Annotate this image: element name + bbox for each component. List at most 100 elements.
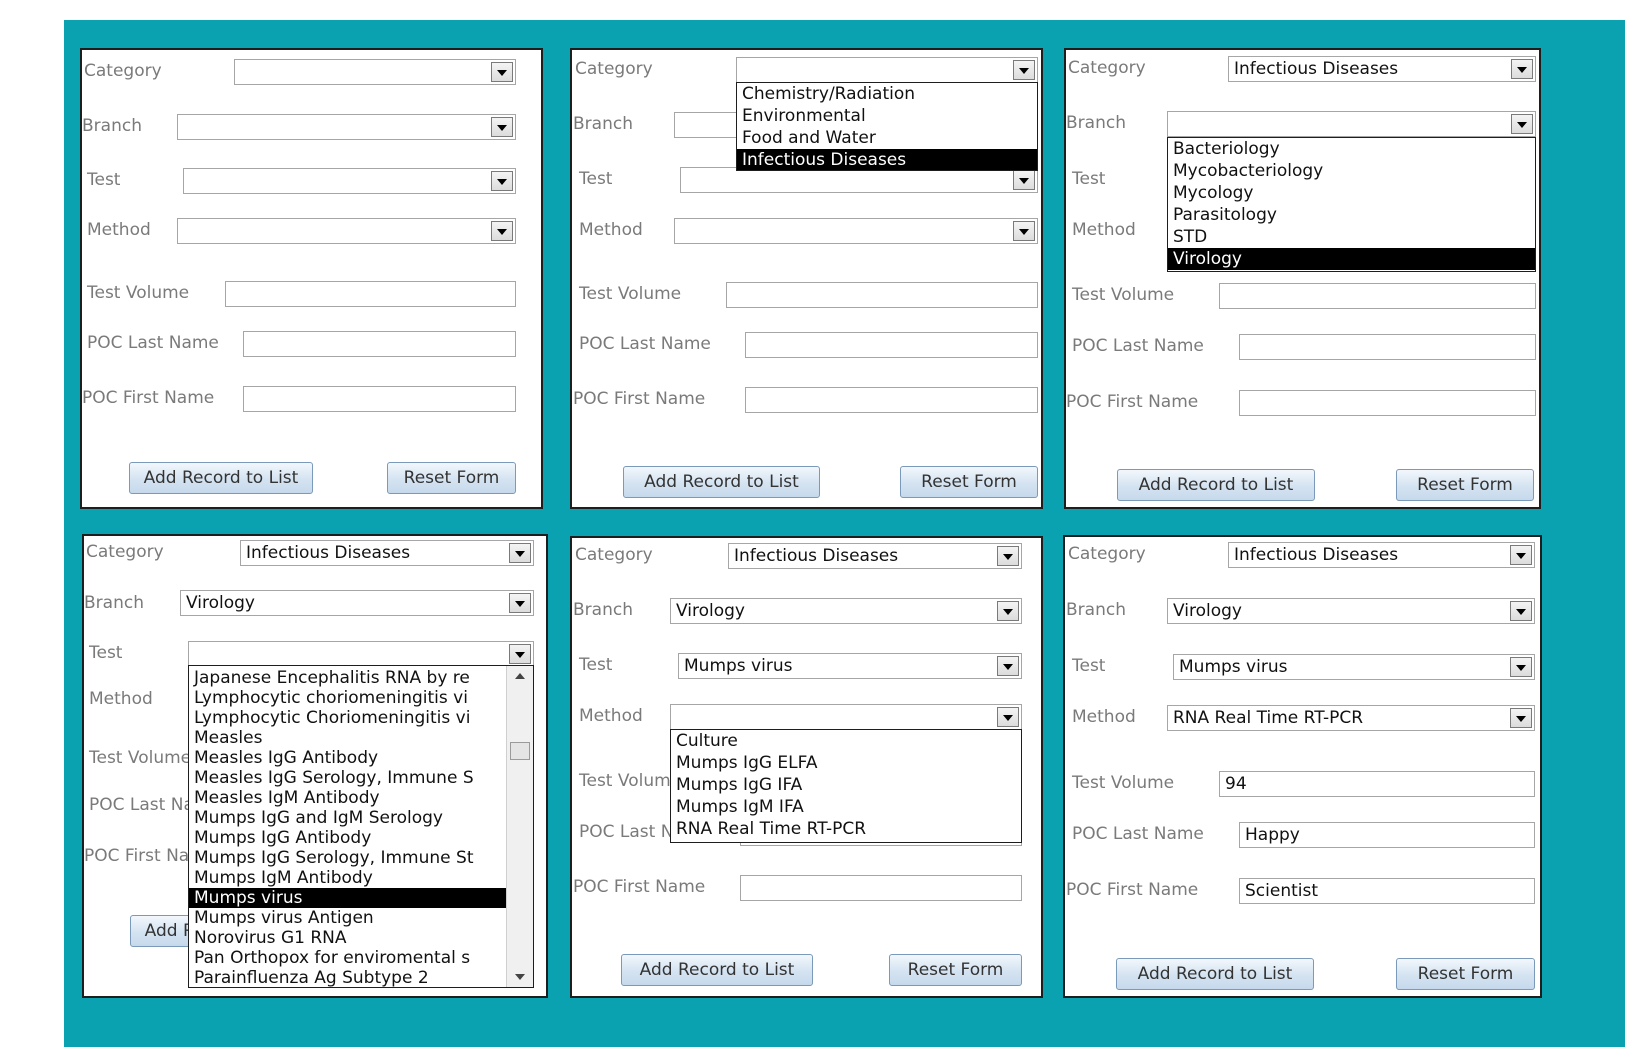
test-volume-input[interactable] [225, 281, 516, 307]
category-dropdown-list[interactable]: Chemistry/Radiation Environmental Food a… [736, 82, 1038, 171]
list-item[interactable]: Chemistry/Radiation [737, 83, 1037, 105]
list-item[interactable]: Parasitology [1168, 204, 1535, 226]
list-item[interactable]: Lymphocytic Choriomeningitis vi [189, 708, 507, 728]
branch-select[interactable] [1167, 111, 1536, 137]
poc-last-name-input[interactable] [745, 332, 1038, 358]
list-item[interactable]: Mumps IgG Serology, Immune St [189, 848, 507, 868]
chevron-down-icon[interactable] [997, 601, 1019, 621]
reset-form-button[interactable]: Reset Form [387, 462, 516, 494]
method-select[interactable] [177, 218, 516, 244]
chevron-down-icon[interactable] [491, 221, 513, 241]
list-item[interactable]: Measles [189, 728, 507, 748]
method-select[interactable] [674, 218, 1038, 244]
test-volume-input[interactable] [726, 282, 1038, 308]
list-item[interactable]: Environmental [737, 105, 1037, 127]
test-select[interactable] [188, 641, 534, 667]
list-item[interactable]: Mumps IgG IFA [671, 774, 1021, 796]
list-item-selected[interactable]: Infectious Diseases [737, 149, 1037, 170]
chevron-down-icon[interactable] [1510, 708, 1532, 728]
add-record-button[interactable]: Add Record to List [621, 954, 813, 986]
scroll-thumb[interactable] [510, 742, 530, 760]
list-item[interactable]: Culture [671, 730, 1021, 752]
list-item[interactable]: Lymphocytic choriomeningitis vi [189, 688, 507, 708]
branch-select[interactable]: Virology [670, 598, 1022, 624]
chevron-down-icon[interactable] [997, 707, 1019, 727]
list-item[interactable]: Pan Orthopox for enviromental s [189, 948, 507, 968]
category-select[interactable] [234, 59, 516, 85]
chevron-down-icon[interactable] [491, 117, 513, 137]
add-record-button[interactable]: Add Record to List [129, 462, 313, 494]
poc-first-name-input[interactable]: Scientist [1239, 878, 1535, 904]
chevron-down-icon[interactable] [1511, 114, 1533, 134]
test-dropdown-list[interactable]: Japanese Encephalitis RNA by re Lymphocy… [188, 665, 534, 988]
reset-form-button[interactable]: Reset Form [1396, 958, 1535, 990]
method-select[interactable]: RNA Real Time RT-PCR [1167, 705, 1535, 731]
reset-form-button[interactable]: Reset Form [889, 954, 1022, 986]
list-item[interactable]: Food and Water [737, 127, 1037, 149]
scroll-down-icon[interactable] [507, 967, 532, 987]
chevron-down-icon[interactable] [1510, 601, 1532, 621]
add-record-button[interactable]: Add Record to List [623, 466, 820, 498]
test-volume-input[interactable] [1219, 283, 1536, 309]
list-item[interactable]: Mycology [1168, 182, 1535, 204]
chevron-down-icon[interactable] [491, 171, 513, 191]
add-record-button[interactable]: Add Record to List [1117, 469, 1315, 501]
list-item[interactable]: Mumps IgG ELFA [671, 752, 1021, 774]
poc-last-name-input[interactable]: Happy [1239, 822, 1535, 848]
list-item[interactable]: Bacteriology [1168, 138, 1535, 160]
branch-select[interactable]: Virology [180, 590, 534, 616]
poc-first-name-input[interactable] [745, 387, 1038, 413]
reset-form-button[interactable]: Reset Form [1396, 469, 1534, 501]
chevron-down-icon[interactable] [509, 644, 531, 664]
chevron-down-icon[interactable] [1510, 545, 1532, 565]
chevron-down-icon[interactable] [1511, 59, 1533, 79]
list-item[interactable]: Measles IgG Serology, Immune S [189, 768, 507, 788]
poc-first-name-input[interactable] [740, 875, 1022, 901]
list-item[interactable]: Mumps IgM Antibody [189, 868, 507, 888]
chevron-down-icon[interactable] [1013, 221, 1035, 241]
category-select[interactable]: Infectious Diseases [1228, 542, 1535, 568]
poc-first-name-input[interactable] [243, 386, 516, 412]
list-item[interactable]: Norovirus G1 RNA [189, 928, 507, 948]
list-item[interactable]: Measles IgG Antibody [189, 748, 507, 768]
method-select[interactable] [670, 704, 1022, 730]
chevron-down-icon[interactable] [509, 593, 531, 613]
category-select[interactable] [736, 57, 1038, 83]
list-item[interactable]: Japanese Encephalitis RNA by re [189, 668, 507, 688]
chevron-down-icon[interactable] [997, 546, 1019, 566]
chevron-down-icon[interactable] [1013, 60, 1035, 80]
list-item[interactable]: Mumps virus Antigen [189, 908, 507, 928]
method-dropdown-list[interactable]: Culture Mumps IgG ELFA Mumps IgG IFA Mum… [670, 729, 1022, 843]
list-item[interactable]: Measles IgM Antibody [189, 788, 507, 808]
test-volume-input[interactable]: 94 [1219, 771, 1535, 797]
branch-dropdown-list[interactable]: Bacteriology Mycobacteriology Mycology P… [1167, 137, 1536, 272]
test-select[interactable]: Mumps virus [678, 653, 1022, 679]
poc-last-name-input[interactable] [1239, 334, 1536, 360]
category-select[interactable]: Infectious Diseases [728, 543, 1022, 569]
poc-first-name-input[interactable] [1239, 390, 1536, 416]
dropdown-scrollbar[interactable] [506, 666, 533, 987]
list-item[interactable]: Mumps IgG Antibody [189, 828, 507, 848]
list-item-selected[interactable]: Mumps virus [189, 888, 507, 908]
chevron-down-icon[interactable] [997, 656, 1019, 676]
add-record-button[interactable]: Add Record to List [1116, 958, 1314, 990]
list-item-selected[interactable]: Virology [1168, 248, 1535, 270]
category-select[interactable]: Infectious Diseases [1228, 56, 1536, 82]
list-item[interactable]: Mumps IgM IFA [671, 796, 1021, 818]
list-item[interactable]: STD [1168, 226, 1535, 248]
list-item[interactable]: Mumps IgG and IgM Serology [189, 808, 507, 828]
list-item[interactable]: Parainfluenza Ag Subtype 2 [189, 968, 507, 987]
chevron-down-icon[interactable] [1510, 657, 1532, 677]
chevron-down-icon[interactable] [1013, 170, 1035, 190]
branch-select[interactable]: Virology [1167, 598, 1535, 624]
category-select[interactable]: Infectious Diseases [240, 540, 534, 566]
chevron-down-icon[interactable] [509, 543, 531, 563]
list-item[interactable]: Mycobacteriology [1168, 160, 1535, 182]
reset-form-button[interactable]: Reset Form [900, 466, 1038, 498]
list-item[interactable]: RNA Real Time RT-PCR [671, 818, 1021, 840]
test-select[interactable] [183, 168, 516, 194]
branch-select[interactable] [177, 114, 516, 140]
poc-last-name-input[interactable] [243, 331, 516, 357]
test-select[interactable]: Mumps virus [1173, 654, 1535, 680]
scroll-up-icon[interactable] [507, 666, 532, 686]
